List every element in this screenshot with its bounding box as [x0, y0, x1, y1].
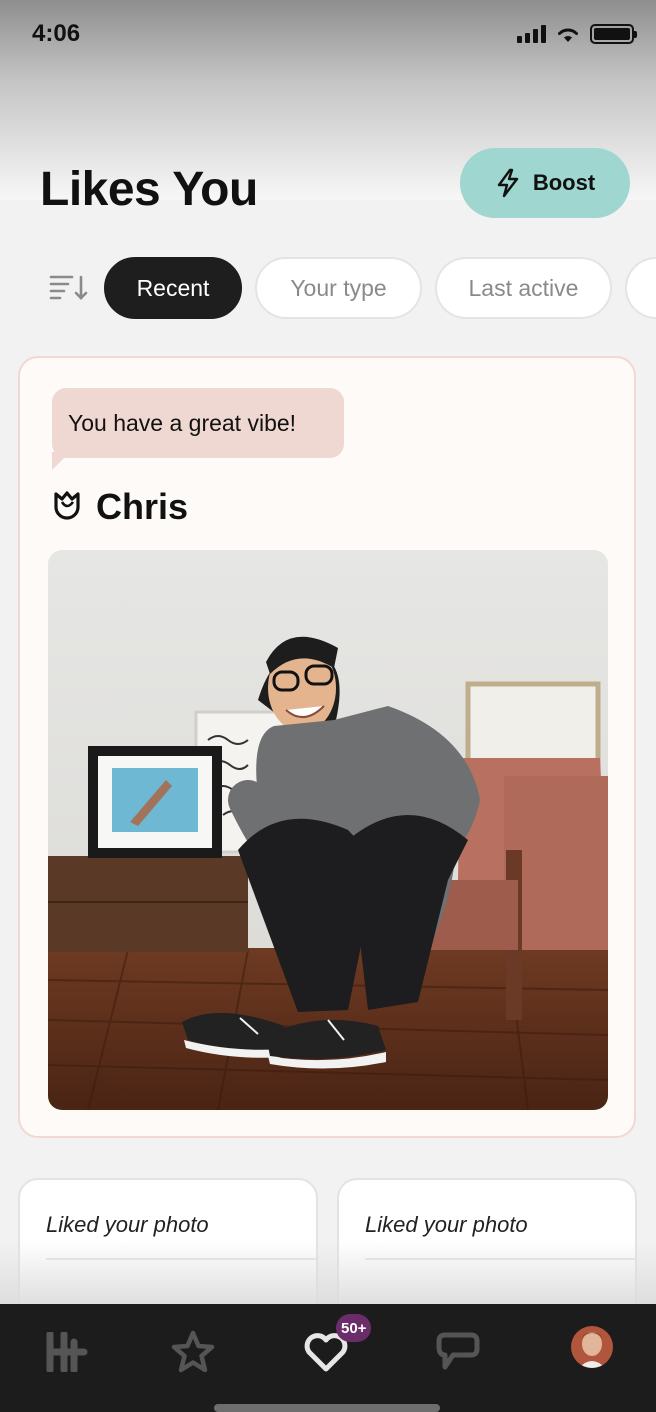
filter-chip-recent[interactable]: Recent — [104, 257, 242, 319]
home-indicator — [214, 1404, 440, 1412]
tab-standouts[interactable] — [163, 1322, 223, 1382]
boost-button[interactable]: Boost — [460, 148, 630, 218]
hinge-logo-icon — [46, 1332, 88, 1372]
boost-label: Boost — [532, 170, 596, 195]
rose-icon — [54, 491, 80, 520]
likes-count-badge: 50+ — [336, 1314, 372, 1342]
sort-icon[interactable] — [48, 272, 88, 302]
tab-bar: 50+ — [0, 1304, 656, 1412]
bubble-tail — [52, 452, 70, 470]
profile-photo[interactable] — [48, 550, 608, 1110]
bottom-fade — [0, 1240, 656, 1304]
filter-chip-last-active[interactable]: Last active — [435, 257, 612, 319]
status-time: 4:06 — [32, 20, 81, 47]
tab-home[interactable] — [36, 1322, 96, 1382]
lightning-icon — [497, 168, 519, 198]
filter-chip-your-type[interactable]: Your type — [255, 257, 422, 319]
page-title: Likes You — [40, 163, 258, 216]
tab-matches[interactable] — [428, 1322, 488, 1382]
avatar-image — [571, 1326, 613, 1368]
like-card[interactable]: You have a great vibe! Chris — [18, 356, 636, 1138]
chat-bubble-icon — [436, 1332, 480, 1370]
liker-name: Chris — [96, 486, 189, 527]
status-icons — [517, 24, 637, 44]
liked-photo-label: Liked your photo — [46, 1212, 209, 1237]
liker-name-row: Chris — [52, 486, 188, 528]
avatar[interactable] — [571, 1326, 613, 1368]
cellular-signal-icon — [517, 25, 546, 43]
filter-bar: Recent Your type Last active — [0, 256, 656, 320]
like-message-bubble: You have a great vibe! — [52, 388, 344, 458]
wifi-icon — [558, 28, 578, 42]
liked-photo-label: Liked your photo — [365, 1212, 528, 1237]
profile-photo-illustration — [48, 550, 608, 1110]
filter-chip-more[interactable] — [625, 257, 656, 319]
star-icon — [171, 1330, 215, 1373]
battery-icon — [590, 24, 637, 44]
status-bar: 4:06 — [0, 0, 656, 72]
